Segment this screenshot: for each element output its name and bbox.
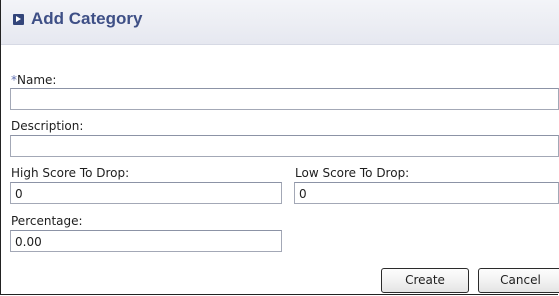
low-score-field[interactable] — [294, 182, 559, 204]
cancel-button[interactable]: Cancel — [478, 268, 559, 293]
description-field[interactable] — [10, 135, 559, 157]
create-button[interactable]: Create — [381, 268, 469, 293]
name-label: *Name: — [11, 73, 56, 87]
percentage-field[interactable] — [10, 230, 282, 252]
page-title: Add Category — [31, 9, 143, 28]
name-field[interactable] — [10, 88, 559, 110]
high-score-label: High Score To Drop: — [11, 166, 130, 180]
high-score-field[interactable] — [10, 182, 282, 204]
percentage-label: Percentage: — [11, 214, 83, 228]
expand-arrow-icon[interactable] — [13, 14, 24, 25]
description-label: Description: — [11, 119, 84, 133]
name-label-text: Name: — [17, 73, 57, 87]
panel-header: Add Category — [1, 0, 559, 45]
add-category-panel: Add Category *Name: Description: High Sc… — [0, 0, 559, 295]
low-score-label: Low Score To Drop: — [295, 166, 410, 180]
